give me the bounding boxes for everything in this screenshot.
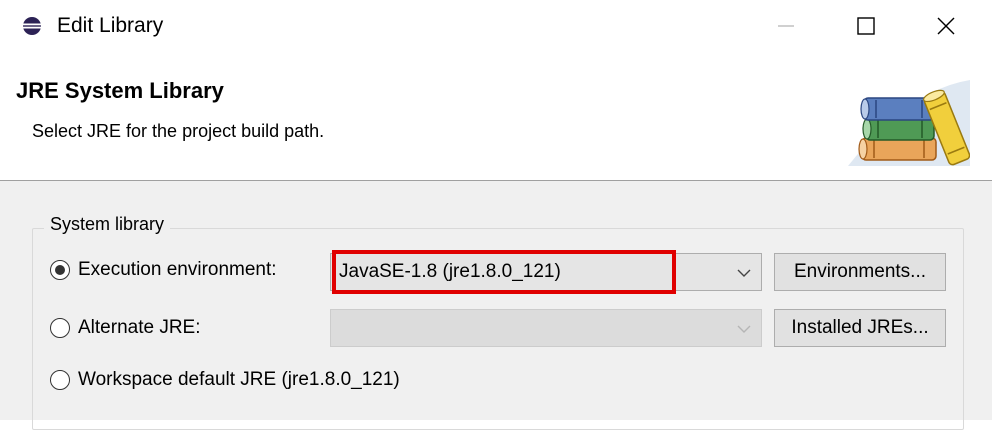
execution-environment-option[interactable]: Execution environment: [50, 259, 277, 281]
maximize-button[interactable] [826, 0, 906, 52]
alternate-jre-option[interactable]: Alternate JRE: [50, 317, 201, 339]
window-title: Edit Library [57, 14, 164, 37]
chevron-down-icon [737, 269, 751, 277]
minimize-button[interactable] [746, 0, 826, 52]
eclipse-icon [23, 17, 41, 35]
radio-selected-dot [55, 265, 65, 275]
workspace-default-jre-label: Workspace default JRE (jre1.8.0_121) [78, 369, 400, 390]
alternate-jre-combo[interactable] [330, 309, 762, 347]
alternate-jre-radio[interactable] [50, 318, 70, 338]
minimize-icon [778, 25, 794, 27]
title-bar: Edit Library [0, 0, 992, 52]
execution-environment-label: Execution environment: [78, 259, 277, 280]
environments-button[interactable]: Environments... [774, 253, 946, 291]
alternate-jre-label: Alternate JRE: [78, 317, 201, 338]
close-button[interactable] [906, 0, 986, 52]
close-icon [937, 17, 955, 35]
workspace-default-jre-option[interactable]: Workspace default JRE (jre1.8.0_121) [50, 369, 400, 391]
execution-environment-radio[interactable] [50, 260, 70, 280]
highlight-box [332, 250, 676, 294]
group-legend: System library [44, 214, 171, 235]
chevron-down-icon [737, 325, 751, 333]
header-title: JRE System Library [16, 78, 224, 103]
header-description: Select JRE for the project build path. [32, 121, 325, 141]
workspace-default-jre-radio[interactable] [50, 370, 70, 390]
library-books-icon [848, 80, 970, 166]
installed-jres-button[interactable]: Installed JREs... [774, 309, 946, 347]
dialog-header [0, 52, 992, 180]
maximize-icon [857, 17, 875, 35]
